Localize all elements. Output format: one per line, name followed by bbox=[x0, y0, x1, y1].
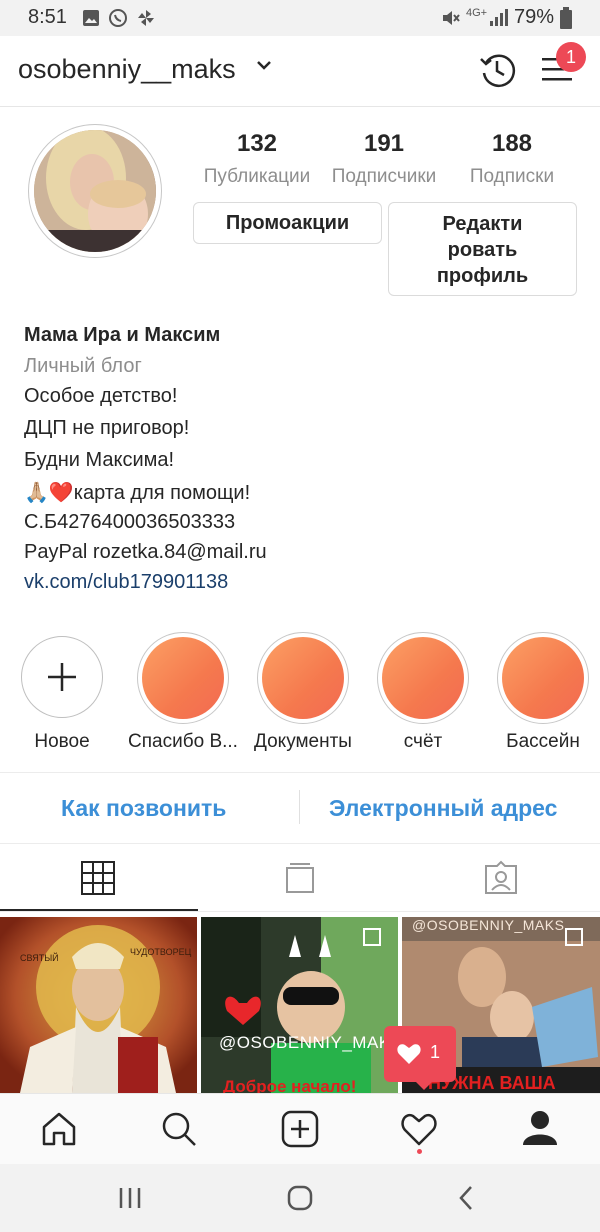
bio-line: Будни Максима! bbox=[24, 449, 175, 471]
grid-icon[interactable] bbox=[81, 861, 115, 895]
profile-category: Личный блог bbox=[24, 355, 142, 377]
whatsapp-icon bbox=[109, 9, 127, 27]
divider bbox=[0, 772, 600, 773]
plus-icon bbox=[48, 663, 76, 691]
highlight-label[interactable]: Спасибо В... bbox=[124, 731, 242, 753]
home-icon[interactable] bbox=[40, 1111, 78, 1147]
post-thumbnail[interactable]: СВЯТЫЙ ЧУДОТВОРЕЦ bbox=[0, 917, 197, 1093]
contact-separator bbox=[299, 790, 300, 824]
highlight-account[interactable] bbox=[377, 632, 469, 724]
post-thumbnail[interactable]: @OSOBENNIY_MAKS Доброе начало! bbox=[201, 917, 398, 1093]
bio-link[interactable]: vk.com/club179901138 bbox=[24, 571, 228, 594]
highlight-spasibo[interactable] bbox=[137, 632, 229, 724]
highlight-cover bbox=[262, 637, 344, 719]
new-highlight-button[interactable] bbox=[21, 636, 103, 718]
profile-header: osobenniy__maks 1 bbox=[0, 36, 600, 107]
profile-name: Мама Ира и Максим bbox=[24, 324, 221, 346]
following-count[interactable]: 188 bbox=[447, 130, 577, 158]
chevron-down-icon[interactable] bbox=[256, 60, 272, 72]
back-icon[interactable] bbox=[456, 1184, 476, 1212]
battery-text: 79% bbox=[514, 6, 555, 28]
post-caption: Доброе начало! bbox=[223, 1077, 357, 1093]
icon-post-image bbox=[0, 917, 197, 1093]
activity-dot bbox=[417, 1149, 422, 1154]
signal-icon bbox=[490, 9, 508, 26]
status-time: 8:51 bbox=[28, 6, 67, 28]
highlight-cover bbox=[142, 637, 224, 719]
divider bbox=[0, 843, 600, 844]
tagged-icon[interactable] bbox=[483, 860, 519, 896]
avatar[interactable] bbox=[34, 130, 156, 252]
bio-line: С.Б4276400036503333 bbox=[24, 511, 236, 533]
post-watermark: @OSOBENNIY_MAKS bbox=[412, 917, 565, 933]
toast-pointer bbox=[414, 1080, 434, 1090]
highlight-pool[interactable] bbox=[497, 632, 589, 724]
highlight-label[interactable]: счёт bbox=[364, 731, 482, 753]
search-icon[interactable] bbox=[160, 1110, 198, 1148]
activity-heart-icon[interactable] bbox=[400, 1111, 438, 1147]
system-nav bbox=[0, 1164, 600, 1232]
promotions-button[interactable]: Промоакции bbox=[193, 202, 382, 244]
create-post-icon[interactable] bbox=[281, 1110, 319, 1148]
pinwheel-icon bbox=[138, 10, 154, 26]
recent-apps-icon[interactable] bbox=[117, 1186, 143, 1210]
edit-profile-button[interactable]: Редакти ровать профиль bbox=[388, 202, 577, 296]
highlight-label[interactable]: Документы bbox=[244, 731, 362, 753]
network-type: 4G+ bbox=[466, 7, 488, 19]
igtv-icon[interactable] bbox=[285, 861, 315, 895]
post-watermark: @OSOBENNIY_MAKS bbox=[219, 1033, 398, 1052]
notification-badge: 1 bbox=[556, 42, 586, 72]
highlight-cover bbox=[502, 637, 584, 719]
bio-line: PayPal rozetka.84@mail.ru bbox=[24, 541, 267, 563]
following-label[interactable]: Подписки bbox=[447, 166, 577, 188]
bio-line: ДЦП не приговор! bbox=[24, 417, 190, 439]
edit-profile-label-2: ровать bbox=[447, 239, 518, 261]
gallery-icon bbox=[83, 10, 99, 26]
bio-line: 🙏🏼❤️карта для помощи! bbox=[24, 482, 251, 504]
icon-post-image bbox=[201, 917, 398, 1093]
username[interactable]: osobenniy__maks bbox=[18, 54, 236, 85]
status-bar: 8:51 4G+ 79% bbox=[0, 0, 600, 36]
email-button[interactable]: Электронный адрес bbox=[329, 795, 557, 822]
bottom-nav bbox=[0, 1093, 600, 1165]
avatar-photo bbox=[34, 130, 156, 252]
activity-toast[interactable]: 1 bbox=[384, 1026, 456, 1082]
home-button-icon[interactable] bbox=[286, 1184, 314, 1212]
post-text: СВЯТЫЙ bbox=[20, 953, 59, 963]
edit-profile-label-3: профиль bbox=[436, 265, 529, 287]
profile-icon[interactable] bbox=[521, 1109, 559, 1147]
followers-label[interactable]: Подписчики bbox=[319, 166, 449, 188]
highlight-cover bbox=[382, 637, 464, 719]
divider bbox=[0, 911, 600, 912]
archive-history-icon[interactable] bbox=[478, 51, 516, 89]
posts-count[interactable]: 132 bbox=[192, 130, 322, 158]
posts-label[interactable]: Публикации bbox=[192, 166, 322, 188]
mute-icon bbox=[443, 11, 460, 25]
battery-icon bbox=[560, 7, 572, 29]
edit-profile-label-1: Редакти bbox=[442, 213, 523, 235]
toast-count: 1 bbox=[430, 1042, 441, 1062]
call-button[interactable]: Как позвонить bbox=[61, 795, 226, 822]
highlight-label[interactable]: Новое bbox=[3, 731, 121, 753]
highlight-documents[interactable] bbox=[257, 632, 349, 724]
heart-icon bbox=[397, 1044, 421, 1064]
post-text: ЧУДОТВОРЕЦ bbox=[130, 947, 192, 957]
highlight-label[interactable]: Бассейн bbox=[484, 731, 600, 753]
followers-count[interactable]: 191 bbox=[319, 130, 449, 158]
bio-line: Особое детство! bbox=[24, 385, 178, 407]
